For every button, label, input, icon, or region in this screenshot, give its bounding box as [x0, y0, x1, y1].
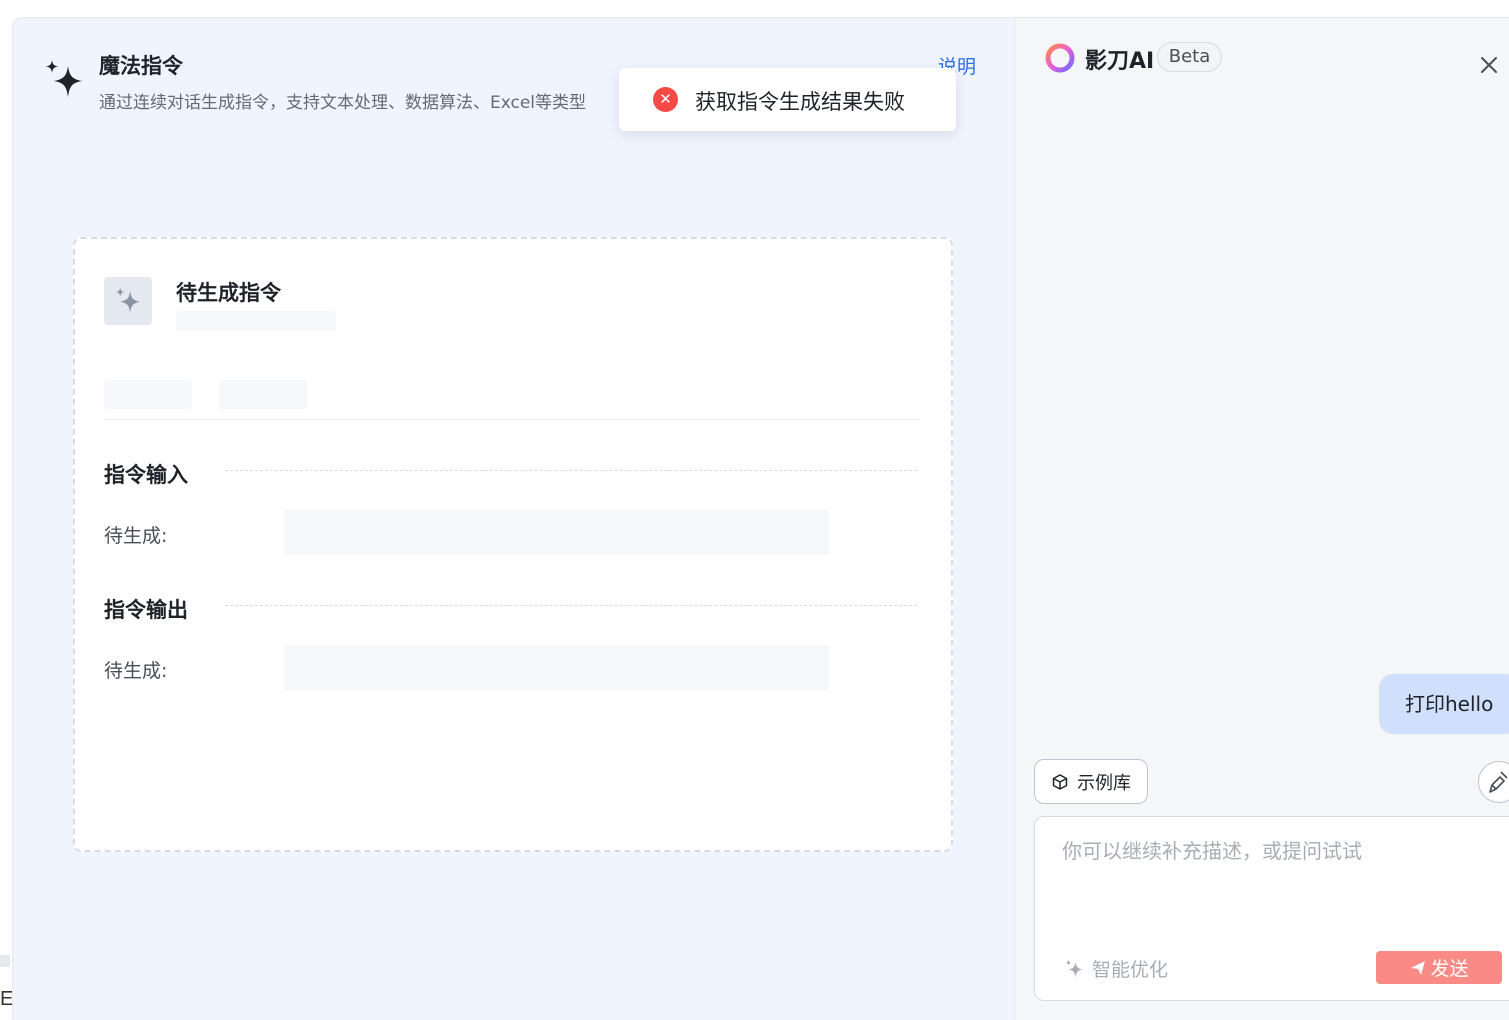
section-divider — [225, 470, 917, 471]
section-divider — [225, 605, 917, 606]
send-icon — [1411, 960, 1426, 975]
section-title-input: 指令输入 — [104, 463, 188, 487]
user-message-bubble: 打印hello — [1379, 674, 1509, 734]
error-circle-icon: ✕ — [653, 87, 678, 112]
beta-badge: Beta — [1157, 42, 1222, 72]
chat-input[interactable]: 你可以继续补充描述，或提问试试 智能优化 发送 — [1034, 816, 1509, 1001]
left-edge-strip — [0, 0, 12, 1020]
error-toast: ✕ 获取指令生成结果失败 — [619, 68, 956, 131]
examples-library-button[interactable]: 示例库 — [1034, 759, 1148, 804]
close-icon[interactable] — [1478, 54, 1500, 76]
chat-input-placeholder: 你可以继续补充描述，或提问试试 — [1062, 839, 1362, 863]
skeleton-tab — [104, 380, 192, 409]
ai-logo-icon — [1045, 43, 1075, 73]
card-divider — [104, 419, 919, 420]
toast-message: 获取指令生成结果失败 — [695, 90, 905, 114]
pending-command-card: 待生成指令 指令输入 待生成: 指令输出 待生成: — [73, 237, 953, 852]
broom-icon — [1489, 771, 1508, 793]
section-title-output: 指令输出 — [104, 598, 188, 622]
card-title: 待生成指令 — [176, 281, 281, 305]
cube-icon — [1052, 773, 1068, 790]
clear-chat-button[interactable] — [1478, 761, 1509, 803]
skeleton-line — [176, 311, 336, 331]
output-field-label: 待生成: — [104, 660, 168, 682]
magic-command-window: 魔法指令 通过连续对话生成指令，支持文本处理、数据算法、Excel等类型 说明 … — [12, 17, 1509, 1020]
sparkle-icon — [115, 287, 141, 314]
page-title: 魔法指令 — [99, 54, 183, 78]
input-field-label: 待生成: — [104, 525, 168, 547]
output-field-placeholder — [284, 645, 829, 690]
command-panel: 魔法指令 通过连续对话生成指令，支持文本处理、数据算法、Excel等类型 说明 … — [13, 18, 1014, 1020]
page-subtitle: 通过连续对话生成指令，支持文本处理、数据算法、Excel等类型 — [99, 93, 587, 113]
smart-optimize-label: 智能优化 — [1092, 959, 1169, 981]
sparkle-icon — [46, 60, 82, 97]
skeleton-tab — [219, 380, 307, 409]
send-label: 发送 — [1430, 958, 1469, 980]
smart-optimize-button[interactable]: 智能优化 — [1062, 955, 1168, 982]
input-field-placeholder — [284, 510, 829, 555]
card-icon — [104, 277, 152, 325]
edge-scroll-tab — [0, 955, 10, 967]
examples-label: 示例库 — [1077, 772, 1131, 794]
send-button[interactable]: 发送 — [1376, 951, 1502, 984]
assistant-name: 影刀AI — [1085, 49, 1155, 74]
ai-assistant-panel: 影刀AI Beta 打印hello 示例库 你可以继续补充描述，或提问试试 智能… — [1014, 18, 1509, 1020]
sparkle-icon — [1065, 959, 1083, 977]
